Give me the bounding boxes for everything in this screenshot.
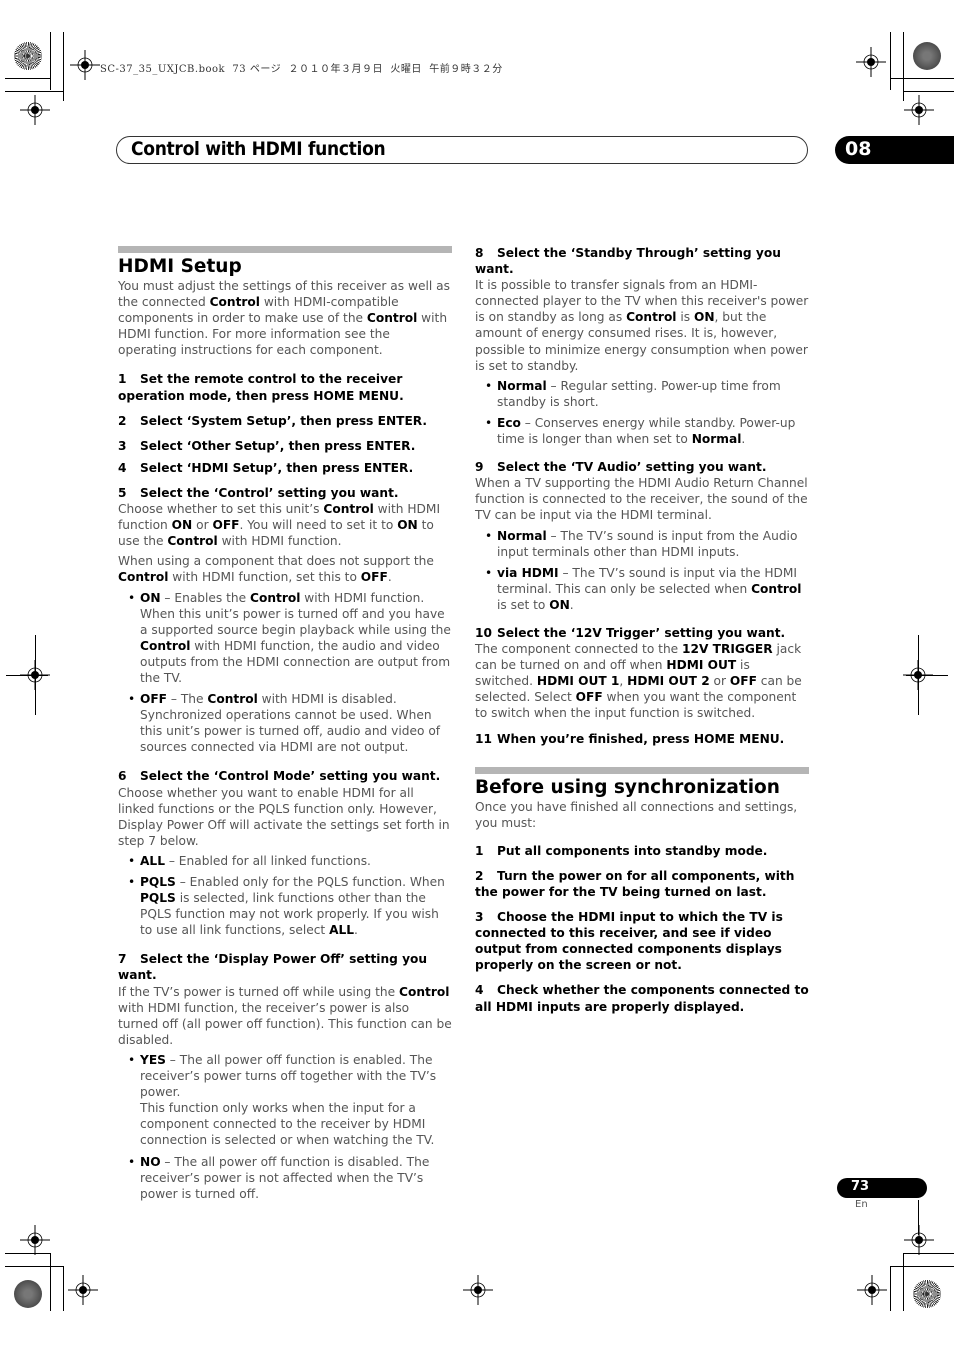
crop-mark	[50, 1253, 51, 1311]
crop-mark	[918, 1200, 919, 1235]
display-power-off-options-list: YES – The all power off function is enab…	[118, 1052, 452, 1202]
language-code: En	[855, 1199, 868, 1210]
sync-step-2: 2 Turn the power on for all components, w…	[475, 868, 795, 899]
sync-step-4: 4 Check whether the components connected …	[475, 983, 809, 1014]
step-8: 8 Select the ‘Standby Through’ setting yo…	[475, 246, 781, 277]
print-job-header: SC-37_35_UXJCB.book 73 ページ ２０１０年３月９日 火曜日…	[100, 64, 503, 75]
sync-intro: Once you have finished all connections a…	[475, 799, 798, 830]
crop-mark	[5, 91, 63, 92]
registration-mark-icon	[856, 47, 886, 77]
registration-mark-icon	[904, 95, 934, 125]
crop-mark	[890, 1266, 954, 1267]
section-title-before-sync: Before using synchronization	[475, 776, 780, 798]
intro-paragraph: You must adjust the settings of this rec…	[118, 279, 450, 358]
option-normal: Normal – The TV’s sound is input from th…	[485, 528, 809, 560]
crop-mark	[890, 78, 954, 79]
crop-mark	[906, 675, 948, 676]
step-9-description: When a TV supporting the HDMI Audio Retu…	[475, 476, 808, 523]
step-6: 6 Select the ‘Control Mode’ setting you w…	[118, 769, 441, 784]
step-5-note: When using a component that does not sup…	[118, 554, 434, 585]
crop-mark	[5, 78, 50, 79]
step-10-description: The component connected to the 12V TRIGG…	[475, 642, 802, 721]
option-off: OFF – The Control with HDMI is disabled.…	[128, 691, 452, 755]
registration-mark-icon	[20, 1225, 50, 1255]
color-target-icon	[14, 1280, 42, 1308]
page-number: 73	[851, 1179, 870, 1194]
control-options-list: ON – Enables the Control with HDMI funct…	[118, 590, 452, 756]
crop-mark	[63, 1266, 64, 1311]
crop-mark	[50, 32, 51, 90]
section-divider	[118, 246, 452, 253]
section-divider	[475, 766, 809, 774]
tv-audio-options-list: Normal – The TV’s sound is input from th…	[475, 528, 809, 613]
chapter-title: Control with HDMI function	[131, 138, 386, 160]
right-column: 8 Select the ‘Standby Through’ setting yo…	[475, 245, 809, 1015]
color-target-icon	[14, 42, 42, 70]
registration-mark-icon	[463, 1275, 493, 1305]
color-target-icon	[913, 1280, 941, 1308]
option-eco: Eco – Conserves energy while standby. Po…	[485, 415, 809, 447]
option-on: ON – Enables the Control with HDMI funct…	[128, 590, 452, 687]
sync-step-3: 3 Choose the HDMI input to which the TV i…	[475, 910, 783, 973]
sync-step-1: 1 Put all components into standby mode.	[475, 843, 768, 858]
option-no: NO – The all power off function is disab…	[128, 1154, 452, 1202]
step-7-description: If the TV’s power is turned off while us…	[118, 984, 452, 1047]
crop-mark	[890, 32, 891, 90]
registration-mark-icon	[857, 1275, 887, 1305]
step-5-description: Choose whether to set this unit’s Contro…	[118, 502, 441, 549]
step-2: 2 Select ‘System Setup’, then press ENTER…	[118, 413, 428, 428]
option-normal: Normal – Regular setting. Power-up time …	[485, 378, 809, 410]
step-1: 1 Set the remote control to the receiver …	[118, 372, 404, 403]
option-via-hdmi: via HDMI – The TV’s sound is input via t…	[485, 565, 809, 613]
left-column: HDMI Setup You must adjust the settings …	[118, 246, 452, 1207]
crop-mark	[903, 91, 954, 92]
crop-mark	[890, 1266, 891, 1311]
crop-mark	[6, 675, 48, 676]
registration-mark-icon	[70, 50, 100, 80]
page-number-tab: 73	[837, 1178, 927, 1198]
step-5: 5 Select the ‘Control’ setting you want.	[118, 485, 399, 500]
option-pqls: PQLS – Enabled only for the PQLS functio…	[128, 874, 452, 938]
color-target-icon	[913, 42, 941, 70]
step-7: 7 Select the ‘Display Power Off’ setting …	[118, 952, 428, 983]
step-8-description: It is possible to transfer signals from …	[475, 278, 809, 373]
option-all: ALL – Enabled for all linked functions.	[128, 853, 452, 869]
chapter-number-tab: 08	[835, 136, 954, 164]
registration-mark-icon	[68, 1275, 98, 1305]
crop-mark	[63, 32, 64, 101]
registration-mark-icon	[904, 1225, 934, 1255]
chapter-number: 08	[845, 138, 872, 160]
step-10: 10 Select the ‘12V Trigger’ setting you w…	[475, 625, 786, 640]
crop-mark	[5, 1266, 63, 1267]
chapter-title-bar: Control with HDMI function	[116, 136, 808, 164]
step-11: 11 When you’re finished, press HOME MENU.	[475, 731, 785, 746]
step-4: 4 Select ‘HDMI Setup’, then press ENTER.	[118, 460, 414, 475]
step-6-description: Choose whether you want to enable HDMI f…	[118, 785, 450, 848]
crop-mark	[903, 1253, 904, 1311]
option-yes: YES – The all power off function is enab…	[128, 1052, 452, 1149]
step-3: 3 Select ‘Other Setup’, then press ENTER.	[118, 438, 416, 453]
step-9: 9 Select the ‘TV Audio’ setting you want.	[475, 460, 767, 475]
control-mode-options-list: ALL – Enabled for all linked functions. …	[118, 853, 452, 938]
section-title-hdmi-setup: HDMI Setup	[118, 256, 242, 277]
standby-through-options-list: Normal – Regular setting. Power-up time …	[475, 378, 809, 447]
registration-mark-icon	[20, 95, 50, 125]
